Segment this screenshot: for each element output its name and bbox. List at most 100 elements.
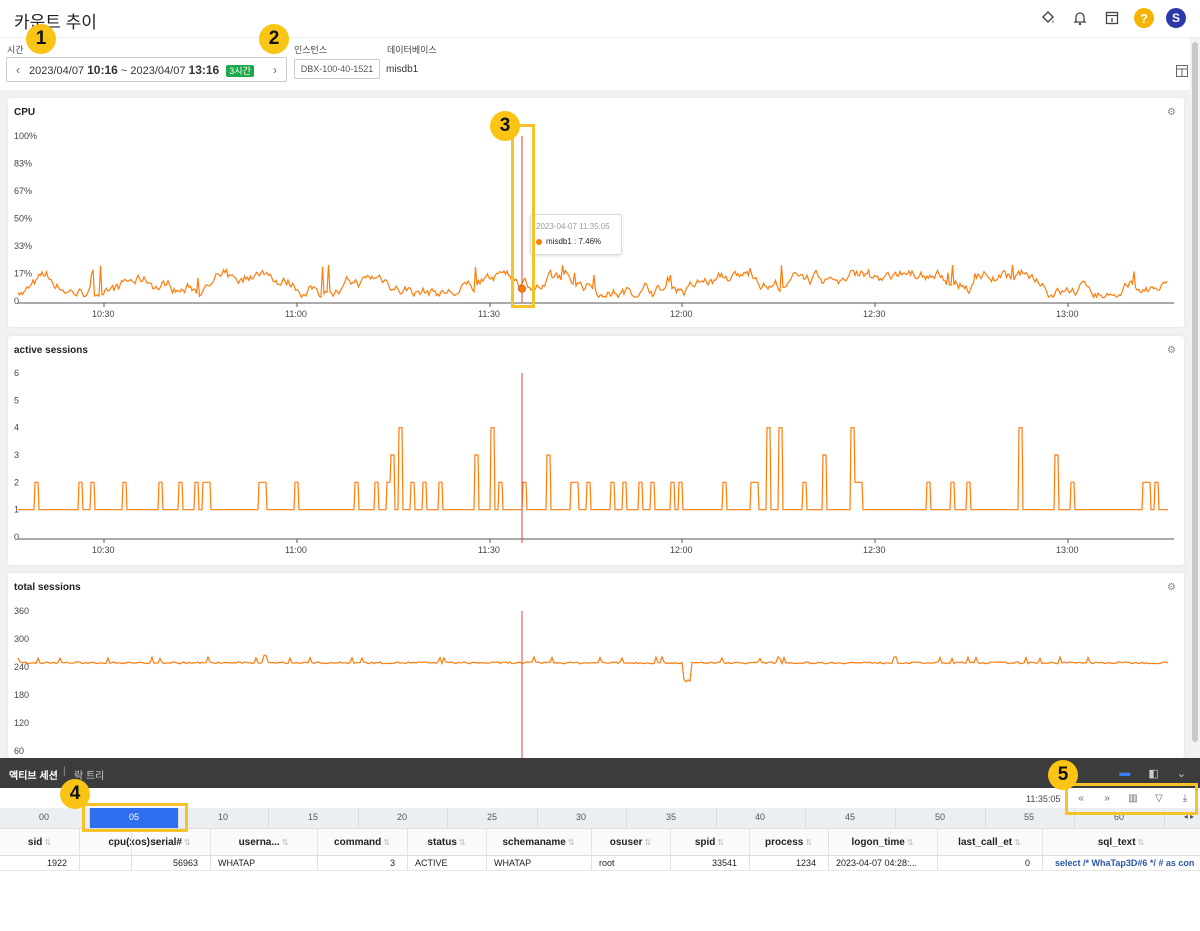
sort-icon[interactable]: ⇅ <box>568 838 575 847</box>
range-tick-label[interactable]: 55 <box>1009 812 1049 822</box>
column-header-12[interactable]: sql_text ⇅ <box>1042 837 1200 848</box>
tab-active-sessions[interactable]: 액티브 세션 <box>9 767 58 782</box>
sort-icon[interactable]: ⇅ <box>44 838 51 847</box>
column-header-label: sid <box>27 837 43 848</box>
chevron-right-icon[interactable]: › <box>264 63 286 77</box>
y-tick-label: 100% <box>14 131 37 141</box>
x-tick-label: 12:30 <box>863 545 886 555</box>
column-header-0[interactable]: sid ⇅ <box>0 837 79 848</box>
paint-bucket-icon[interactable] <box>1038 8 1058 28</box>
y-tick-label: 120 <box>14 718 29 728</box>
x-tick-label: 11:00 <box>285 545 307 555</box>
info-panel-icon[interactable] <box>1102 8 1122 28</box>
range-tick-label[interactable]: 20 <box>382 812 422 822</box>
column-separator <box>937 828 938 871</box>
column-separator <box>591 828 592 871</box>
column-separator <box>749 828 750 871</box>
x-tick-label: 10:30 <box>92 545 115 555</box>
table-cell-2: 56963 <box>172 858 198 868</box>
time-label: 시간 <box>7 45 24 55</box>
column-header-9[interactable]: process ⇅ <box>749 837 828 848</box>
column-separator <box>210 828 211 871</box>
vertical-scrollbar[interactable] <box>1190 38 1200 758</box>
table-row[interactable]: 1922 56963 WHATAP 3 ACTIVE WHATAP root 33541 123… <box>0 856 1200 871</box>
sort-icon[interactable]: ⇅ <box>805 838 812 847</box>
column-header-label: osuser <box>609 837 643 848</box>
table-cell-5: ACTIVE <box>415 858 448 868</box>
bell-icon[interactable] <box>1070 8 1090 28</box>
column-header-label: process <box>764 837 804 848</box>
layout-icon[interactable] <box>1176 65 1188 80</box>
column-header-2[interactable]: serial# ⇅ <box>131 837 210 848</box>
column-header-3[interactable]: userna... ⇅ <box>210 837 317 848</box>
sort-icon[interactable]: ⇅ <box>184 838 191 847</box>
column-header-7[interactable]: osuser ⇅ <box>591 837 670 848</box>
selected-time: 11:35:05 <box>1026 794 1061 804</box>
y-tick-label: 300 <box>14 634 29 644</box>
highlight-box-4 <box>82 803 188 832</box>
avatar[interactable]: S <box>1166 8 1186 28</box>
column-header-10[interactable]: logon_time ⇅ <box>828 837 937 848</box>
table-cell-4: 3 <box>389 858 395 868</box>
filter-bar: 시간 ‹ 2023/04/07 10:16 ~ 2023/04/07 13:16… <box>0 38 1200 90</box>
column-separator <box>79 828 80 871</box>
sort-icon[interactable]: ⇅ <box>645 838 652 847</box>
sort-icon[interactable]: ⇅ <box>717 838 724 847</box>
dock-right-icon[interactable]: ◧ <box>1148 767 1158 780</box>
column-header-label: userna... <box>238 837 280 848</box>
column-header-5[interactable]: status ⇅ <box>407 837 486 848</box>
range-tick-label[interactable]: 15 <box>293 812 333 822</box>
database-label: 데이터베이스 <box>387 45 437 55</box>
sort-icon[interactable]: ⇅ <box>1138 838 1145 847</box>
chevron-left-icon[interactable]: ‹ <box>7 63 29 77</box>
chevron-down-icon[interactable]: ⌄ <box>1177 767 1186 780</box>
marker-3: 3 <box>490 111 520 141</box>
series-dot-icon <box>536 239 542 245</box>
sort-icon[interactable]: ⇅ <box>1014 838 1021 847</box>
duration-badge: 3시간 <box>226 64 254 77</box>
column-separator <box>1042 828 1043 871</box>
range-tick-label[interactable]: 00 <box>24 812 64 822</box>
range-divider <box>805 808 806 828</box>
range-tick-label[interactable]: 50 <box>920 812 960 822</box>
cpu-panel: CPU ⚙ 100% 83% 67% 50% 33% 17% 0 10:30 11:00 11:3… <box>8 98 1184 327</box>
range-tick-label[interactable]: 40 <box>740 812 780 822</box>
range-divider <box>268 808 269 828</box>
instance-select[interactable]: DBX-100-40-1521 <box>294 59 380 79</box>
database-value[interactable]: misdb1 <box>386 64 418 75</box>
range-tick-label[interactable]: 30 <box>561 812 601 822</box>
x-tick-label: 12:00 <box>670 545 693 555</box>
time-range-text[interactable]: 2023/04/07 10:16 ~ 2023/04/07 13:16 3시간 <box>29 63 264 77</box>
scrollbar-thumb[interactable] <box>1192 42 1198 742</box>
time-range-picker[interactable]: ‹ 2023/04/07 10:16 ~ 2023/04/07 13:16 3시… <box>6 57 287 82</box>
column-header-8[interactable]: spid ⇅ <box>670 837 749 848</box>
range-tick-label[interactable]: 25 <box>472 812 512 822</box>
column-header-label: command <box>334 837 382 848</box>
top-bar: 카운트 추이 ? S <box>0 0 1200 38</box>
time-start-date: 2023/04/07 <box>29 64 85 77</box>
y-tick-label: 0 <box>14 532 19 542</box>
column-header-6[interactable]: schemaname ⇅ <box>486 837 591 848</box>
y-tick-label: 60 <box>14 746 24 756</box>
range-tick-label[interactable]: 10 <box>203 812 243 822</box>
help-icon[interactable]: ? <box>1134 8 1154 28</box>
page-title: 카운트 추이 <box>14 13 97 32</box>
range-divider <box>626 808 627 828</box>
dock-bottom-icon[interactable]: ▬ <box>1119 767 1130 780</box>
range-divider <box>537 808 538 828</box>
sort-icon[interactable]: ⇅ <box>459 838 466 847</box>
column-header-11[interactable]: last_call_et ⇅ <box>937 837 1042 848</box>
sort-icon[interactable]: ⇅ <box>383 838 390 847</box>
range-tick-label[interactable]: 45 <box>830 812 870 822</box>
cpu-series-line <box>17 264 1168 300</box>
column-header-label: schemaname <box>502 837 566 848</box>
sort-icon[interactable]: ⇅ <box>907 838 914 847</box>
active-sessions-panel: active sessions ⚙ 6 5 4 3 2 1 0 10:30 11:00 11:30… <box>8 336 1184 565</box>
time-separator: ~ <box>120 64 128 77</box>
range-tick-label[interactable]: 35 <box>651 812 691 822</box>
y-tick-label: 0 <box>14 296 19 306</box>
column-header-4[interactable]: command ⇅ <box>317 837 407 848</box>
table-cell-10: 2023-04-07 04:28:... <box>836 858 918 868</box>
sort-icon[interactable]: ⇅ <box>282 838 289 847</box>
table-cell-6: WHATAP <box>494 858 532 868</box>
